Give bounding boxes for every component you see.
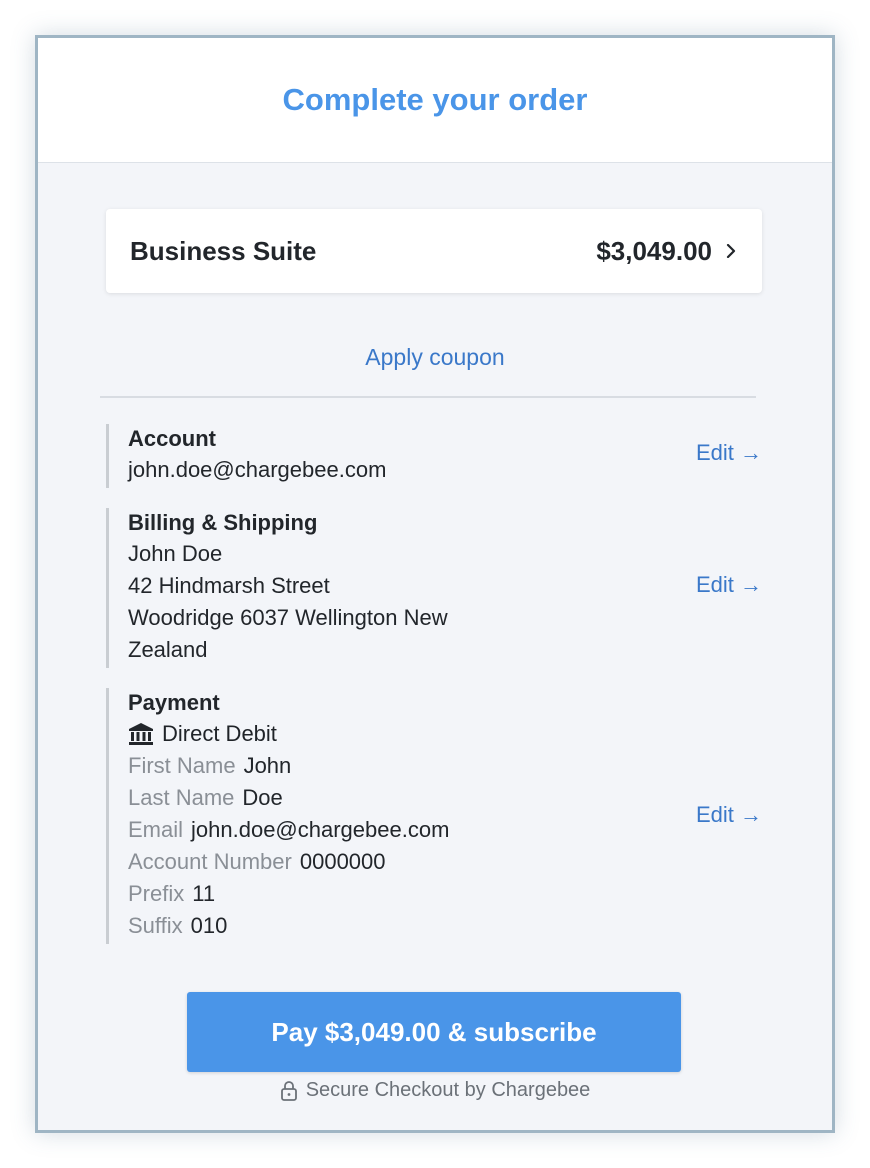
apply-coupon-link[interactable]: Apply coupon bbox=[38, 344, 832, 371]
product-summary-card[interactable]: Business Suite $3,049.00 bbox=[106, 209, 762, 293]
pay-subscribe-button[interactable]: Pay $3,049.00 & subscribe bbox=[187, 992, 681, 1072]
field-value: 010 bbox=[190, 913, 228, 938]
field-value: john.doe@chargebee.com bbox=[191, 817, 450, 842]
field-value: 11 bbox=[192, 881, 216, 906]
payment-field-row: Email john.doe@chargebee.com bbox=[128, 814, 762, 846]
page-title: Complete your order bbox=[282, 82, 588, 117]
billing-line: 42 Hindmarsh Street bbox=[128, 573, 330, 598]
divider bbox=[100, 396, 756, 398]
field-value: 0000000 bbox=[299, 849, 386, 874]
payment-field-row: Account Number 0000000 bbox=[128, 846, 762, 878]
payment-title: Payment bbox=[128, 690, 220, 715]
billing-section: Billing & Shipping John Doe 42 Hindmarsh… bbox=[106, 508, 762, 668]
bank-icon bbox=[129, 723, 153, 745]
product-price: $3,049.00 bbox=[596, 235, 712, 266]
field-value: John bbox=[243, 753, 292, 778]
payment-field-row: First Name John bbox=[128, 750, 762, 782]
secure-checkout-text: Secure Checkout by Chargebee bbox=[305, 1079, 591, 1101]
account-edit-link[interactable]: Edit → bbox=[696, 440, 762, 466]
payment-field-row: Prefix 11 bbox=[128, 878, 762, 910]
chevron-right-icon bbox=[726, 244, 736, 258]
account-section: Account john.doe@chargebee.com Edit → bbox=[106, 424, 762, 488]
product-name: Business Suite bbox=[130, 235, 317, 266]
header: Complete your order bbox=[38, 38, 832, 163]
billing-title: Billing & Shipping bbox=[128, 510, 318, 535]
billing-line: Zealand bbox=[128, 637, 208, 662]
field-label: Email bbox=[128, 817, 184, 842]
field-label: Suffix bbox=[128, 913, 183, 938]
billing-line: John Doe bbox=[128, 541, 223, 566]
field-label: First Name bbox=[128, 753, 236, 778]
payment-section: Payment Direct Debit First Name John Last… bbox=[106, 688, 762, 944]
payment-method-label: Direct Debit bbox=[162, 721, 277, 746]
lock-icon bbox=[280, 1080, 297, 1101]
payment-field-row: Suffix 010 bbox=[128, 910, 762, 942]
edit-label: Edit → bbox=[695, 440, 762, 465]
billing-edit-link[interactable]: Edit → bbox=[696, 572, 762, 598]
edit-label: Edit → bbox=[695, 802, 762, 827]
checkout-window: Complete your order Business Suite $3,04… bbox=[35, 35, 835, 1133]
account-email: john.doe@chargebee.com bbox=[128, 457, 387, 482]
secure-checkout-note: Secure Checkout by Chargebee bbox=[38, 1079, 832, 1102]
field-value: Doe bbox=[242, 785, 283, 810]
payment-method: Direct Debit bbox=[128, 718, 762, 750]
payment-field-row: Last Name Doe bbox=[128, 782, 762, 814]
field-label: Account Number bbox=[128, 849, 292, 874]
billing-line: Woodridge 6037 Wellington New bbox=[128, 605, 448, 630]
field-label: Prefix bbox=[128, 881, 185, 906]
edit-label: Edit → bbox=[695, 572, 762, 597]
field-label: Last Name bbox=[128, 785, 235, 810]
account-title: Account bbox=[128, 426, 216, 451]
payment-edit-link[interactable]: Edit → bbox=[696, 802, 762, 828]
